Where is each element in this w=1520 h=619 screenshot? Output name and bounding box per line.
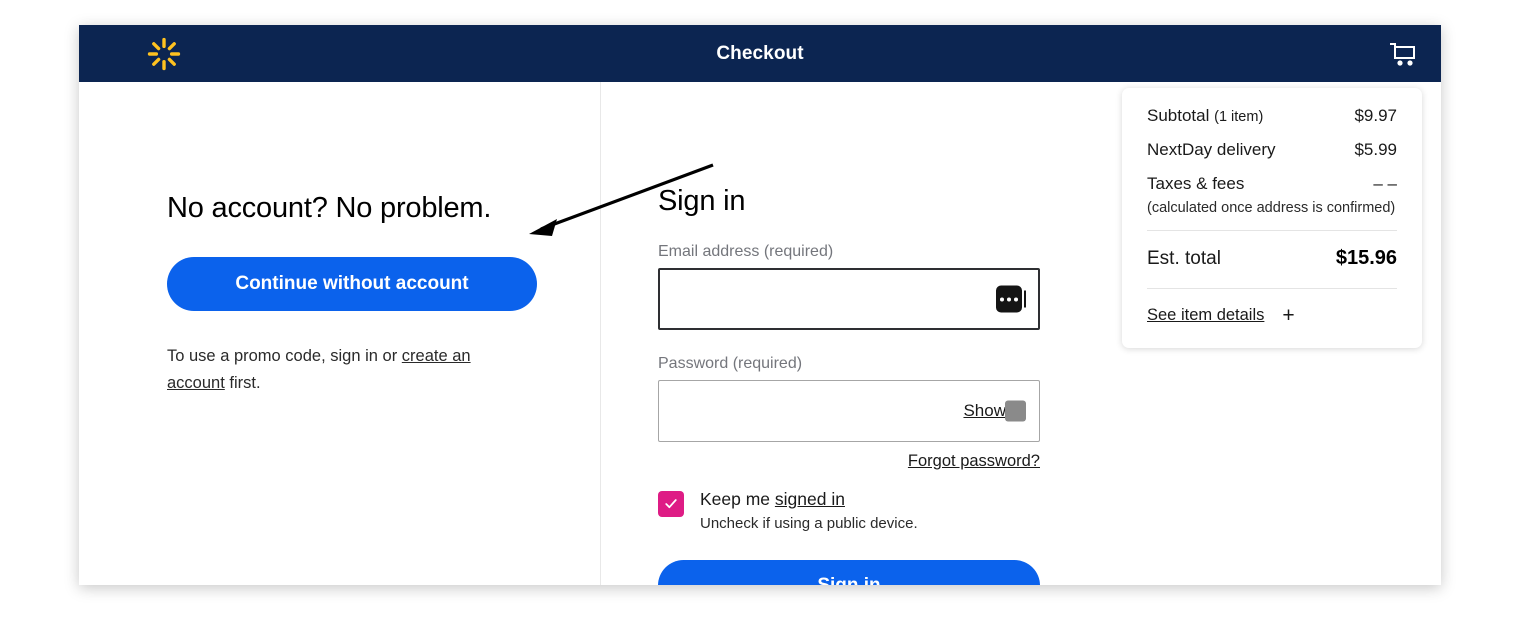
summary-value: $9.97 <box>1354 106 1397 125</box>
keep-signed-in-row: Keep me signed in Uncheck if using a pub… <box>658 489 1040 532</box>
summary-label-text: Taxes & fees <box>1147 174 1245 193</box>
password-label: Password (required) <box>658 355 803 372</box>
keep-signed-in-checkbox[interactable] <box>658 491 684 517</box>
promo-note-suffix: first. <box>224 374 261 393</box>
signin-section: Sign in Email address (required) Passwor… <box>658 82 1040 585</box>
estimated-total-row: Est. total $15.96 <box>1147 247 1397 270</box>
estimated-total-value: $15.96 <box>1335 247 1397 269</box>
tax-calculation-note: (calculated once address is confirmed) <box>1147 200 1396 216</box>
estimated-total-label: Est. total <box>1147 248 1221 269</box>
guest-checkout-section: No account? No problem. Continue without… <box>167 82 587 398</box>
plus-icon[interactable]: + <box>1282 305 1294 326</box>
summary-row-delivery: NextDay delivery $5.99 <box>1147 140 1397 160</box>
text-caret <box>1024 290 1026 308</box>
order-summary-card: Subtotal (1 item) $9.97 NextDay delivery… <box>1122 88 1422 348</box>
column-divider <box>600 82 601 585</box>
summary-row-taxes: Taxes & fees – – <box>1147 174 1397 194</box>
summary-value: $5.99 <box>1354 140 1397 159</box>
summary-row-subtotal: Subtotal (1 item) $9.97 <box>1147 106 1397 126</box>
signin-submit-button[interactable]: Sign in <box>658 560 1040 585</box>
app-header: Checkout <box>79 25 1441 82</box>
signed-in-link[interactable]: signed in <box>775 489 845 509</box>
summary-divider-top <box>1147 230 1397 231</box>
keep-signed-in-texts: Keep me signed in Uncheck if using a pub… <box>700 489 918 532</box>
email-field-wrap <box>658 268 1040 330</box>
keep-signed-in-subtext: Uncheck if using a public device. <box>700 515 918 532</box>
password-manager-icon[interactable] <box>996 285 1022 313</box>
promo-note-prefix: To use a promo code, sign in or <box>167 347 402 365</box>
keep-label-prefix: Keep me <box>700 489 775 509</box>
checkout-window: Checkout No account? No problem. Continu… <box>79 25 1441 585</box>
password-manager-icon[interactable] <box>1005 400 1026 422</box>
summary-item-count: (1 item) <box>1214 109 1264 125</box>
signin-heading: Sign in <box>658 185 746 217</box>
show-password-button[interactable]: Show <box>963 401 1006 421</box>
forgot-password-row: Forgot password? <box>658 452 1040 471</box>
summary-label-text: NextDay delivery <box>1147 140 1276 159</box>
see-item-details-row: See item details + <box>1147 305 1397 326</box>
email-input[interactable] <box>658 268 1040 330</box>
forgot-password-link[interactable]: Forgot password? <box>908 452 1040 470</box>
email-label: Email address (required) <box>658 243 834 260</box>
page-title: Checkout <box>716 42 804 64</box>
continue-without-account-button[interactable]: Continue without account <box>167 257 537 311</box>
summary-label-text: Subtotal <box>1147 106 1210 125</box>
keep-signed-in-label: Keep me signed in <box>700 489 845 509</box>
summary-value: – – <box>1373 174 1397 193</box>
checkmark-icon <box>665 499 677 509</box>
shopping-cart-icon[interactable] <box>1387 38 1419 70</box>
password-field-wrap: Show <box>658 380 1040 442</box>
promo-code-note: To use a promo code, sign in or create a… <box>167 311 497 398</box>
checkout-body: No account? No problem. Continue without… <box>79 82 1441 585</box>
see-item-details-link[interactable]: See item details <box>1147 306 1264 325</box>
summary-divider-bottom <box>1147 288 1397 289</box>
guest-heading: No account? No problem. <box>167 192 492 224</box>
summary-label: Subtotal (1 item) <box>1147 106 1263 126</box>
